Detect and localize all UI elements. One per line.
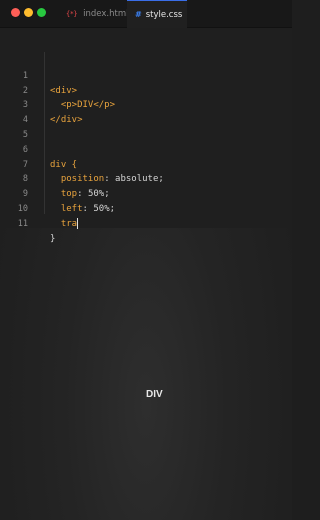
html-file-icon: {*} xyxy=(66,10,78,18)
typing-line: tra xyxy=(50,217,79,232)
close-window-button[interactable] xyxy=(11,8,20,17)
code-line[interactable]: 7 position: absolute; xyxy=(0,143,292,185)
maximize-window-button[interactable] xyxy=(37,8,46,17)
line-number: 11 xyxy=(17,218,28,229)
tab-index-html[interactable]: {*} index.html xyxy=(58,0,129,28)
tab-label: index.html xyxy=(83,9,129,19)
minimize-window-button[interactable] xyxy=(24,8,33,17)
code-line[interactable]: 10 tra xyxy=(0,187,292,229)
title-bar: {*} index.html # style.css xyxy=(0,0,292,28)
app-window: {*} index.html # style.css 1 <div> 2 <p>… xyxy=(0,0,292,520)
css-file-icon: # xyxy=(135,10,142,19)
code-line[interactable]: 1 <div> xyxy=(0,54,292,96)
code-line[interactable]: 11 } xyxy=(0,202,292,244)
text-cursor xyxy=(77,217,79,229)
code-line[interactable]: 8 top: 50%; xyxy=(0,158,292,199)
code-line[interactable]: 2 <p>DIV</p> xyxy=(0,69,292,111)
code-line[interactable]: 3 </div> xyxy=(0,84,292,125)
preview-div-text: DIV xyxy=(146,389,163,400)
tab-label: style.css xyxy=(145,9,183,20)
code-editor[interactable]: 1 <div> 2 <p>DIV</p> 3 </div> 4 5 6 div … xyxy=(0,28,292,244)
code-line[interactable]: 6 div { xyxy=(0,128,292,170)
code-line[interactable]: 9 left: 50%; xyxy=(0,172,292,214)
code-text: } xyxy=(50,233,56,244)
typed-text: tra xyxy=(60,218,78,229)
code-line[interactable]: 5 xyxy=(0,113,292,140)
code-line[interactable]: 4 xyxy=(0,98,292,125)
tab-style-css[interactable]: # style.css xyxy=(127,0,187,28)
